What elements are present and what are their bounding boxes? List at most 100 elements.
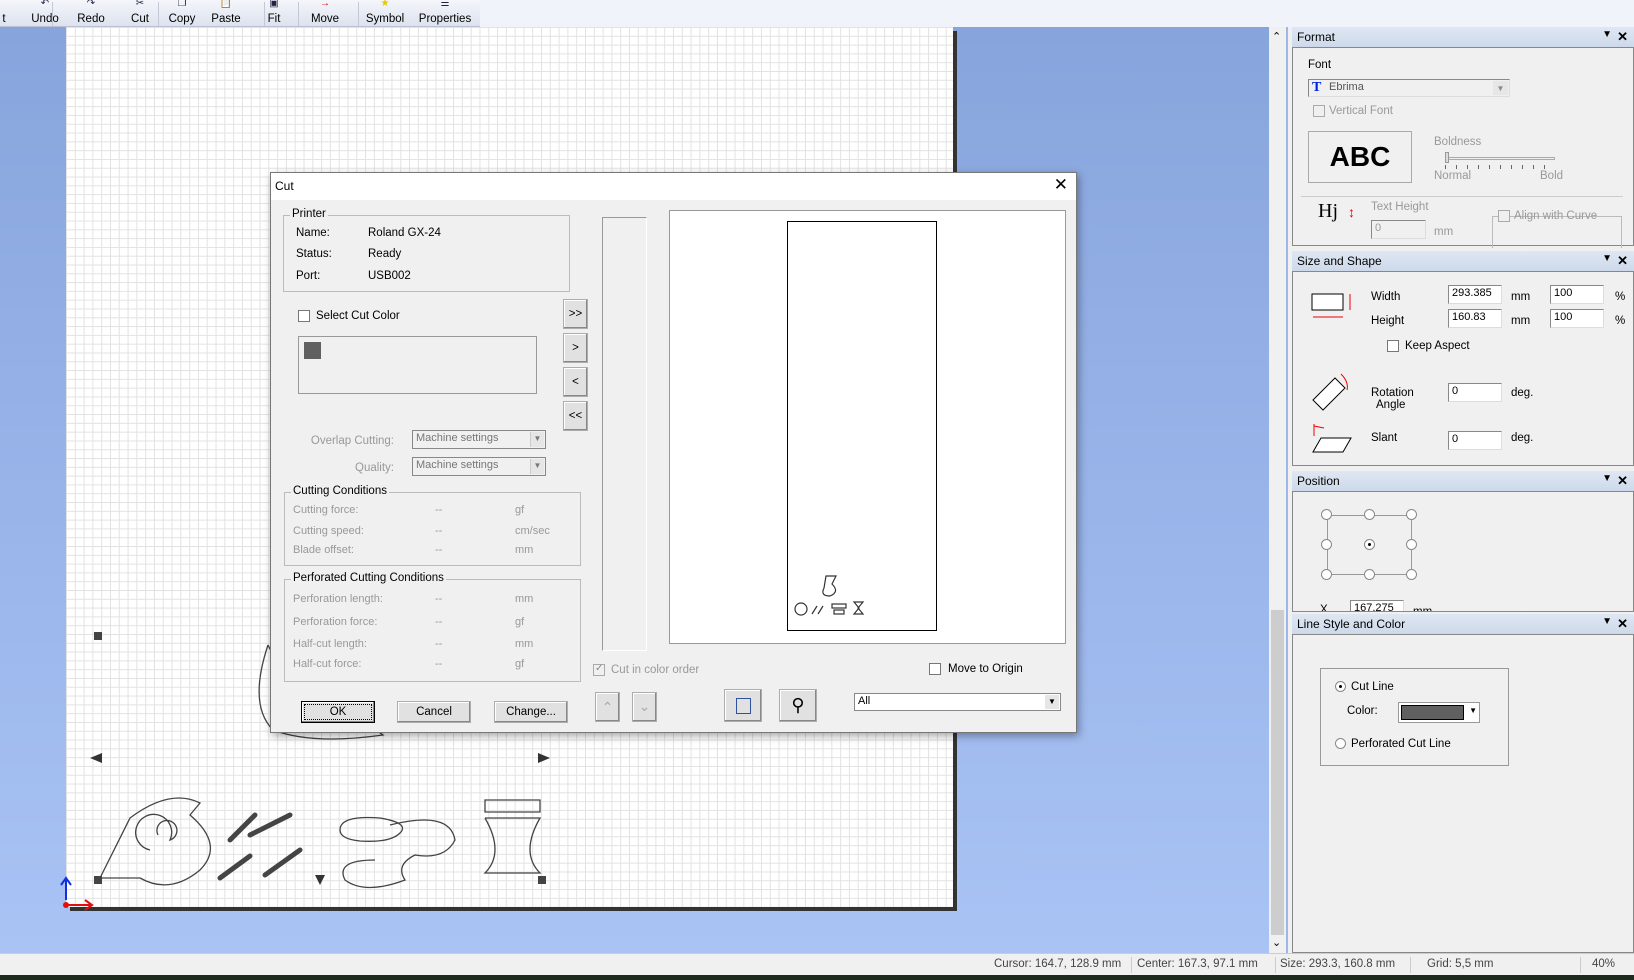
size-shape-panel-header[interactable]: Size and Shape ▼ ✕	[1292, 251, 1634, 271]
cut-color-list[interactable]	[298, 336, 537, 394]
grid-readout: Grid: 5,5 mm	[1427, 958, 1494, 970]
close-icon[interactable]: ✕	[1617, 253, 1628, 269]
anchor-bottom-radio[interactable]	[1364, 569, 1375, 580]
close-icon[interactable]: ✕	[1617, 616, 1628, 632]
preview-media	[787, 221, 937, 631]
cut-line-radio[interactable]	[1335, 681, 1346, 692]
close-icon[interactable]: ✕	[1054, 175, 1068, 195]
fit-view-button[interactable]	[724, 689, 762, 722]
scroll-down-icon[interactable]: ⌄	[1272, 936, 1281, 949]
scrollbar-thumb[interactable]	[1271, 610, 1284, 935]
condition-value: --	[435, 658, 443, 670]
anchor-bottom-right-radio[interactable]	[1406, 569, 1417, 580]
change-button[interactable]: Change...	[494, 701, 568, 723]
chevron-up-icon: ⌃	[601, 699, 614, 715]
anchor-center-radio[interactable]	[1364, 539, 1375, 550]
ok-button[interactable]: OK	[301, 701, 375, 723]
move-to-origin-checkbox[interactable]	[929, 663, 941, 675]
remove-all-button[interactable]: <<	[563, 401, 588, 431]
move-to-origin-label: Move to Origin	[948, 663, 1023, 675]
deg-unit: deg.	[1511, 432, 1534, 444]
color-swatch[interactable]	[304, 342, 321, 359]
position-panel-header[interactable]: Position ▼ ✕	[1292, 471, 1634, 491]
combo-value: Machine settings	[416, 432, 499, 444]
taskbar	[0, 975, 1634, 980]
check-icon: ✓	[595, 663, 604, 674]
scroll-up-icon[interactable]: ⌃	[1272, 30, 1281, 43]
width-input[interactable]: 293.385	[1448, 285, 1502, 304]
selection-handle	[538, 876, 546, 884]
font-combo[interactable]: T Ebrima ▼	[1308, 79, 1510, 97]
cancel-button[interactable]: Cancel	[397, 701, 471, 723]
x-input[interactable]: 167.275	[1350, 600, 1404, 611]
anchor-top-left-radio[interactable]	[1321, 509, 1332, 520]
anchor-right-radio[interactable]	[1406, 539, 1417, 550]
panel-title: Size and Shape	[1297, 254, 1382, 268]
font-value: Ebrima	[1329, 81, 1364, 93]
line-style-panel-header[interactable]: Line Style and Color ▼ ✕	[1292, 614, 1634, 634]
cut-preview	[669, 210, 1066, 644]
origin-x-axis	[66, 899, 94, 911]
align-curve-label: Align with Curve	[1514, 210, 1598, 222]
divider	[1301, 196, 1623, 197]
vertical-font-label: Vertical Font	[1329, 105, 1393, 117]
remove-button[interactable]: <	[563, 367, 588, 397]
chevron-down-icon[interactable]: ▼	[1493, 81, 1508, 95]
height-percent-input[interactable]: 100	[1550, 309, 1604, 328]
chevron-down-icon[interactable]: ▼	[530, 459, 544, 474]
close-icon[interactable]: ✕	[1617, 29, 1628, 45]
filter-combo[interactable]: All ▼	[854, 693, 1061, 711]
color-picker[interactable]: ▼	[1398, 702, 1480, 723]
cut-dialog: Cut ✕ Printer Name: Roland GX-24 Status:…	[270, 172, 1077, 733]
collapse-icon[interactable]: ▼	[1602, 616, 1612, 627]
anchor-left-radio[interactable]	[1321, 539, 1332, 550]
move-up-button[interactable]: ⌃	[595, 692, 620, 722]
slant-input[interactable]: 0	[1448, 431, 1502, 450]
condition-label: Blade offset:	[293, 544, 354, 556]
move-down-button[interactable]: ⌄	[632, 692, 657, 722]
chevron-down-icon[interactable]: ▼	[530, 432, 544, 447]
position-panel: X 167.275 mm	[1292, 491, 1634, 612]
cut-in-color-order-checkbox[interactable]: ✓	[593, 663, 605, 676]
width-percent-input[interactable]: 100	[1550, 285, 1604, 304]
name-label: Name:	[296, 227, 330, 239]
group-label: Printer	[290, 208, 328, 220]
origin-y-axis	[60, 876, 72, 900]
cutting-conditions-group: Cutting Conditions Cutting force: -- gf Cutt…	[284, 485, 581, 566]
anchor-top-radio[interactable]	[1364, 509, 1375, 520]
s-shape	[339, 816, 456, 889]
cut-order-list[interactable]	[602, 217, 647, 651]
text-height-input[interactable]: 0	[1371, 220, 1426, 239]
anchor-top-right-radio[interactable]	[1406, 509, 1417, 520]
combo-value: All	[858, 695, 871, 707]
add-button[interactable]: >	[563, 333, 588, 363]
align-curve-checkbox[interactable]	[1498, 210, 1510, 222]
vertical-font-checkbox[interactable]	[1313, 105, 1325, 117]
collapse-icon[interactable]: ▼	[1602, 253, 1612, 264]
boldness-slider[interactable]	[1445, 157, 1555, 160]
zoom-readout: 40%	[1592, 958, 1616, 970]
quality-combo[interactable]: Machine settings ▼	[412, 457, 546, 476]
slash-shape	[217, 812, 303, 881]
printer-name: Roland GX-24	[368, 227, 441, 239]
format-panel-header[interactable]: Format ▼ ✕	[1292, 27, 1634, 47]
rotation-input[interactable]: 0	[1448, 383, 1502, 402]
slider-thumb[interactable]	[1445, 152, 1449, 163]
collapse-icon[interactable]: ▼	[1602, 29, 1612, 40]
close-icon[interactable]: ✕	[1617, 473, 1628, 489]
perforated-cut-line-radio[interactable]	[1335, 738, 1346, 749]
add-all-button[interactable]: >>	[563, 299, 588, 329]
keep-aspect-checkbox[interactable]	[1387, 340, 1399, 352]
height-input[interactable]: 160.83	[1448, 309, 1502, 328]
panel-title: Format	[1297, 30, 1336, 44]
zoom-button[interactable]: ⚲	[779, 689, 817, 722]
anchor-bottom-left-radio[interactable]	[1321, 569, 1332, 580]
chevron-down-icon[interactable]: ▼	[1469, 706, 1477, 715]
collapse-icon[interactable]: ▼	[1602, 473, 1612, 484]
select-cut-color-label: Select Cut Color	[316, 310, 400, 322]
perforated-cut-line-label: Perforated Cut Line	[1351, 738, 1451, 750]
overlap-cutting-combo[interactable]: Machine settings ▼	[412, 430, 546, 449]
chevron-down-icon[interactable]: ▼	[1045, 695, 1059, 709]
font-preview: ABC	[1308, 131, 1412, 183]
select-cut-color-checkbox[interactable]	[298, 310, 310, 322]
